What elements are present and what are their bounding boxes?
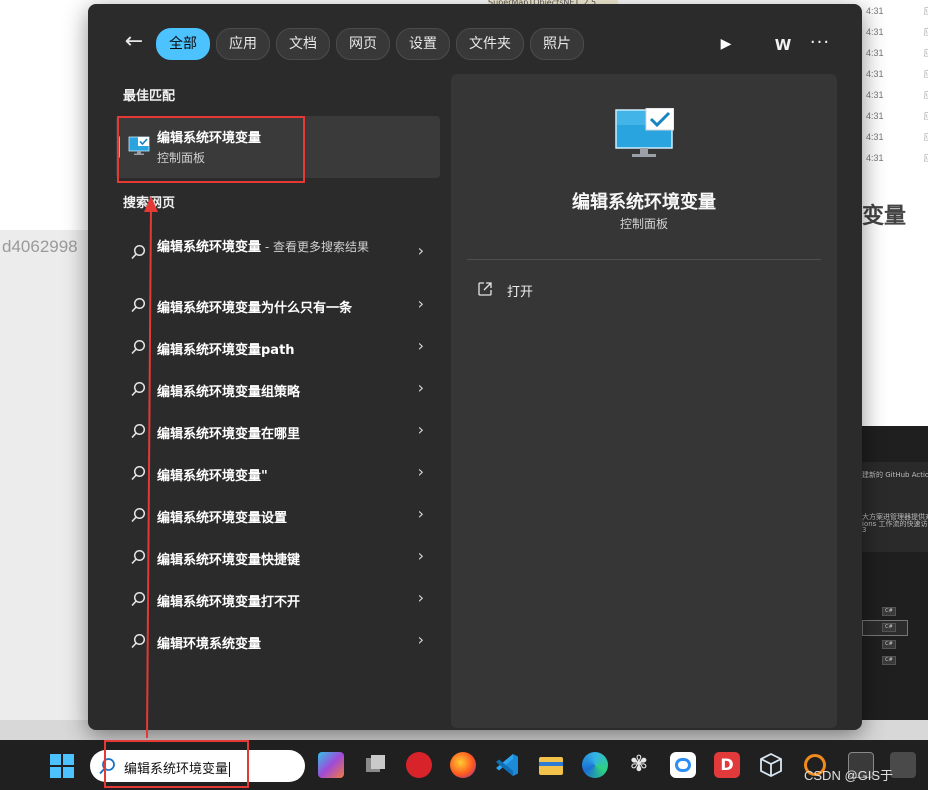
web-result-text: 编辑系统环境变量 - 查看更多搜索结果 [157, 240, 369, 255]
search-icon [131, 549, 146, 565]
edge-icon[interactable] [582, 752, 608, 778]
web-result-text: 编辑环境系统变量 [157, 637, 262, 652]
back-button[interactable]: ← [122, 30, 146, 56]
chevron-right-icon: › [417, 588, 424, 607]
web-result-row[interactable]: 编辑系统环境变量在哪里 › [116, 410, 440, 452]
red-d-app-icon[interactable]: D [714, 752, 740, 778]
filter-tab-settings[interactable]: 设置 [396, 28, 450, 60]
web-result-text: 编辑系统环境变量在哪里 [157, 427, 301, 442]
filter-tab-apps[interactable]: 应用 [216, 28, 270, 60]
web-result-row[interactable]: 编辑系统环境变量组策略 › [116, 368, 440, 410]
chevron-right-icon: › [417, 420, 424, 439]
chevron-right-icon: › [417, 504, 424, 523]
watermark: CSDN @GIS于 [804, 768, 894, 783]
search-icon [131, 507, 146, 523]
background-left-area [0, 230, 90, 720]
web-result-text: 编辑系统环境变量快捷键 [157, 553, 301, 568]
divider [467, 259, 821, 260]
search-icon [131, 339, 146, 355]
open-external-icon [478, 282, 492, 296]
control-panel-monitor-icon [615, 108, 674, 157]
filter-tab-folders[interactable]: 文件夹 [456, 28, 524, 60]
vscode-icon[interactable] [494, 752, 520, 778]
background-chip: C# [882, 607, 896, 616]
web-result-text: 编辑系统环境变量设置 [157, 511, 288, 526]
background-chip: C# [882, 640, 896, 649]
user-account-button[interactable]: W [770, 32, 796, 58]
web-result-text: 编辑系统环境变量path [157, 343, 295, 358]
web-result-text: 编辑系统环境变量" [157, 469, 268, 484]
search-icon [131, 465, 146, 481]
search-panel: ← 全部 应用 文档 网页 设置 文件夹 照片 ▶ W ··· 最佳匹配 编辑系… [88, 4, 862, 730]
search-icon [131, 591, 146, 607]
filter-tab-documents[interactable]: 文档 [276, 28, 330, 60]
background-file-row: 4:31应 [866, 111, 928, 121]
web-result-row[interactable]: 编辑环境系统变量 › [116, 620, 440, 662]
web-result-text: 编辑系统环境变量打不开 [157, 595, 301, 610]
highlight-box-search-input [104, 740, 249, 788]
detail-pane: 编辑系统环境变量 控制面板 打开 [451, 74, 837, 728]
web-result-row[interactable]: 编辑系统环境变量path › [116, 326, 440, 368]
background-partial-title: 变量 [862, 204, 907, 229]
open-label: 打开 [507, 285, 534, 300]
background-file-row: 4:31应 [866, 27, 928, 37]
chevron-right-icon: › [417, 294, 424, 313]
web-result-row[interactable]: 编辑系统环境变量设置 › [116, 494, 440, 536]
chevron-right-icon: › [417, 378, 424, 397]
chevron-right-icon: › [417, 546, 424, 565]
chevron-right-icon: › [417, 241, 424, 260]
background-dark-text: 3 [862, 526, 867, 534]
netease-music-icon[interactable] [406, 752, 432, 778]
more-options-icon[interactable]: ··· [806, 30, 834, 56]
filter-tab-all[interactable]: 全部 [156, 28, 210, 60]
file-explorer-icon[interactable] [538, 752, 564, 778]
background-partial-text: d4062998 [2, 237, 78, 256]
search-icon [131, 423, 146, 439]
background-file-row: 4:31应 [866, 153, 928, 163]
web-result-row[interactable]: 编辑系统环境变量为什么只有一条 › [116, 284, 440, 326]
pinwheel-app-icon[interactable]: ✾ [626, 752, 652, 778]
web-result-text: 编辑系统环境变量组策略 [157, 385, 301, 400]
web-result-row[interactable]: 编辑系统环境变量快捷键 › [116, 536, 440, 578]
detail-title: 编辑系统环境变量 [572, 192, 716, 213]
task-view-icon[interactable] [362, 752, 388, 778]
search-icon [131, 297, 146, 313]
chevron-right-icon: › [417, 336, 424, 355]
background-file-row: 4:31应 [866, 69, 928, 79]
web-result-text: 编辑系统环境变量为什么只有一条 [157, 301, 353, 316]
baidu-netdisk-icon[interactable] [670, 752, 696, 778]
web-result-row[interactable]: 编辑系统环境变量" › [116, 452, 440, 494]
filter-tab-web[interactable]: 网页 [336, 28, 390, 60]
best-match-heading: 最佳匹配 [123, 89, 176, 104]
search-icon [131, 381, 146, 397]
search-icon [131, 244, 146, 260]
monitor-app-icon[interactable] [890, 752, 916, 778]
web-search-heading: 搜索网页 [123, 196, 176, 211]
windows-start-icon[interactable] [50, 754, 74, 778]
web-result-row[interactable]: 编辑系统环境变量打不开 › [116, 578, 440, 620]
highlight-box-best-match [117, 116, 305, 183]
detail-subtitle: 控制面板 [619, 217, 668, 231]
firefox-icon[interactable] [450, 752, 476, 778]
background-chip: C# [882, 656, 896, 665]
chevron-right-icon: › [417, 630, 424, 649]
background-file-row: 4:31应 [866, 6, 928, 16]
background-chip: C# [882, 623, 896, 632]
play-icon[interactable]: ▶ [714, 32, 738, 56]
filter-tabs: 全部 应用 文档 网页 设置 文件夹 照片 [156, 28, 584, 60]
chevron-right-icon: › [417, 462, 424, 481]
background-file-row: 4:31应 [866, 48, 928, 58]
search-icon [131, 633, 146, 649]
background-file-row: 4:31应 [866, 90, 928, 100]
background-dark-text: 建新的 GitHub Actions 工 [862, 471, 928, 479]
web-result-row[interactable]: 编辑系统环境变量 - 查看更多搜索结果 › [116, 228, 440, 274]
cube-app-icon[interactable] [758, 752, 784, 778]
copilot-pre-icon[interactable] [318, 752, 344, 778]
filter-tab-photos[interactable]: 照片 [530, 28, 584, 60]
background-file-row: 4:31应 [866, 132, 928, 142]
